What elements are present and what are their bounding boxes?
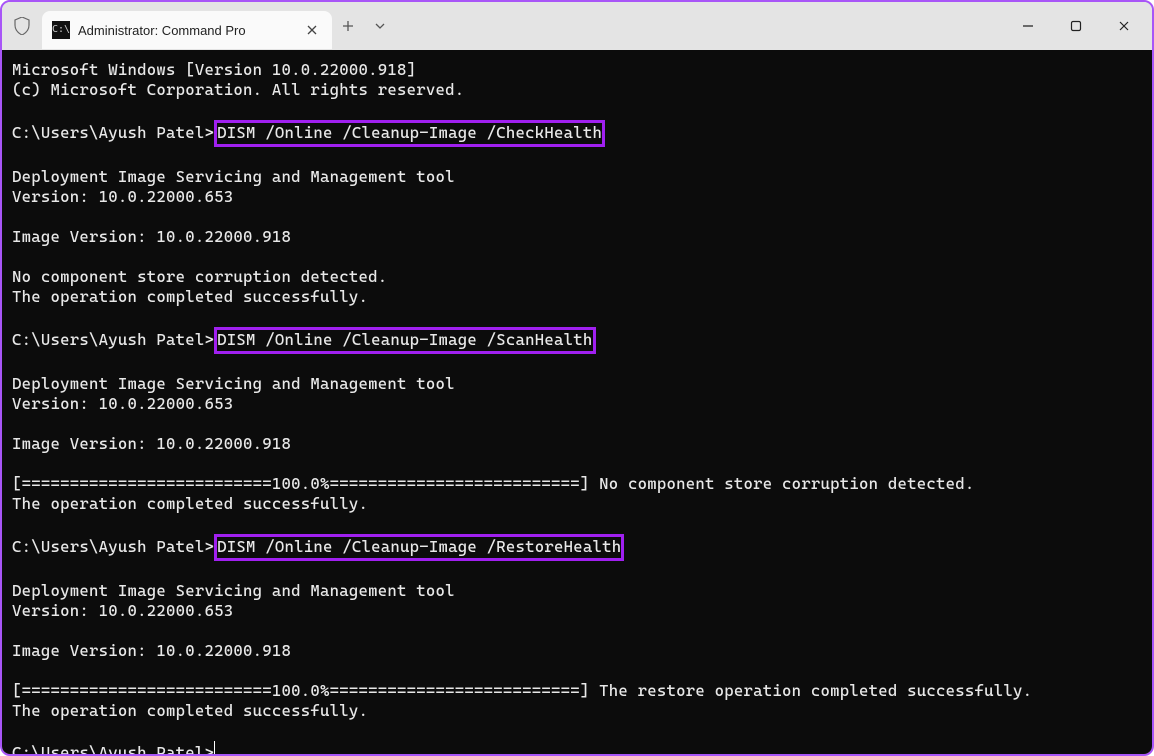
terminal[interactable]: Microsoft Windows [Version 10.0.22000.91… xyxy=(2,50,1152,754)
output-line: The operation completed successfully. xyxy=(12,494,368,513)
highlighted-command: DISM /Online /Cleanup-Image /ScanHealth xyxy=(214,327,595,354)
command-prompt-icon: C:\ xyxy=(52,21,70,39)
text-cursor xyxy=(214,741,215,754)
output-line: Image Version: 10.0.22000.918 xyxy=(12,434,291,453)
highlighted-command: DISM /Online /Cleanup-Image /CheckHealth xyxy=(214,120,605,147)
prompt: C:\Users\Ayush Patel> xyxy=(12,330,214,349)
output-line: Image Version: 10.0.22000.918 xyxy=(12,641,291,660)
tab-close-button[interactable] xyxy=(298,16,326,44)
output-line: Deployment Image Servicing and Managemen… xyxy=(12,167,455,186)
output-line: Version: 10.0.22000.653 xyxy=(12,394,233,413)
progress-line: [==========================100.0%=======… xyxy=(12,681,1032,700)
output-line: Deployment Image Servicing and Managemen… xyxy=(12,581,455,600)
prompt: C:\Users\Ayush Patel> xyxy=(12,743,214,754)
output-line: Version: 10.0.22000.653 xyxy=(12,187,233,206)
highlighted-command: DISM /Online /Cleanup-Image /RestoreHeal… xyxy=(214,534,624,561)
output-line: Version: 10.0.22000.653 xyxy=(12,601,233,620)
banner-line: Microsoft Windows [Version 10.0.22000.91… xyxy=(12,60,416,79)
output-line: The operation completed successfully. xyxy=(12,701,368,720)
window-frame: C:\ Administrator: Command Pro xyxy=(0,0,1154,756)
prompt: C:\Users\Ayush Patel> xyxy=(12,123,214,142)
output-line: Image Version: 10.0.22000.918 xyxy=(12,227,291,246)
tab-menu-button[interactable] xyxy=(364,10,396,42)
titlebar[interactable]: C:\ Administrator: Command Pro xyxy=(2,2,1152,50)
progress-line: [==========================100.0%=======… xyxy=(12,474,975,493)
shield-icon xyxy=(2,17,42,35)
tab-title: Administrator: Command Pro xyxy=(78,23,290,38)
banner-line: (c) Microsoft Corporation. All rights re… xyxy=(12,80,464,99)
maximize-button[interactable] xyxy=(1052,6,1100,46)
output-line: Deployment Image Servicing and Managemen… xyxy=(12,374,455,393)
active-tab[interactable]: C:\ Administrator: Command Pro xyxy=(42,11,332,49)
output-line: The operation completed successfully. xyxy=(12,287,368,306)
output-line: No component store corruption detected. xyxy=(12,267,387,286)
close-button[interactable] xyxy=(1100,6,1148,46)
new-tab-button[interactable] xyxy=(332,10,364,42)
prompt: C:\Users\Ayush Patel> xyxy=(12,537,214,556)
minimize-button[interactable] xyxy=(1004,6,1052,46)
